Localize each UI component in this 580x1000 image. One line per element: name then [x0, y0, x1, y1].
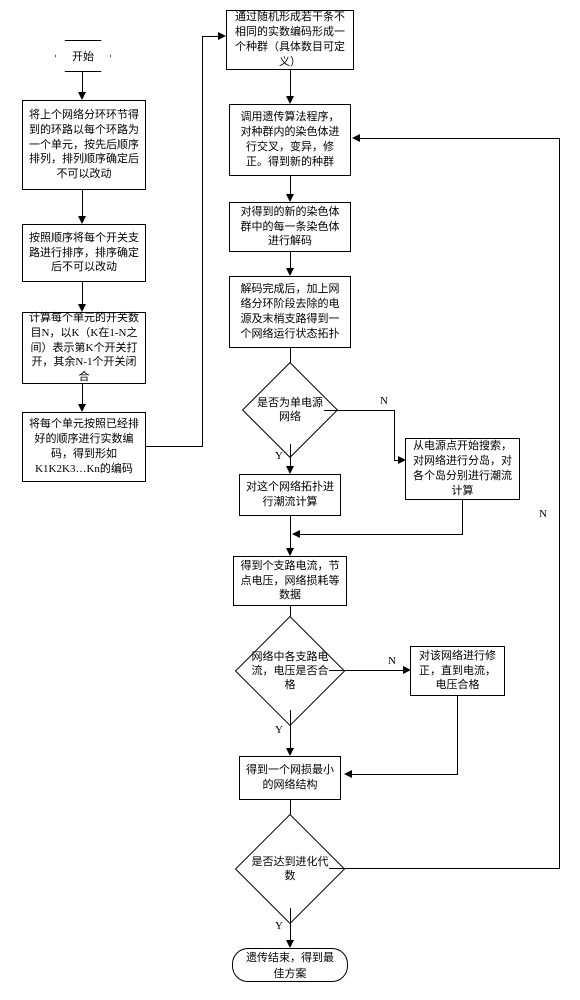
- connector: [559, 138, 560, 869]
- start-label: 开始: [72, 48, 94, 64]
- arrow-head: [286, 548, 294, 556]
- label-no: N: [539, 508, 547, 520]
- label-yes: Y: [275, 920, 283, 932]
- arrow: [290, 70, 291, 98]
- step-ga: 调用遗传算法程序，对种群内的染色体进行交叉，变异，修正。得到新的种群: [229, 104, 351, 176]
- arrow: [290, 444, 291, 468]
- decision-valid: 网络中各支路电流，电压是否合格: [251, 632, 329, 710]
- flow-single: 对这个网络拓扑进行潮流计算: [239, 474, 341, 516]
- min-loss: 得到一个网损最小的网络结构: [239, 756, 341, 800]
- top-population: 通过随机形成若干条不相同的实数编码形成一个种群（具体数目可定义）: [226, 10, 354, 70]
- flow-multi: 从电源点开始搜索，对网络进行分岛，对各个岛分别进行潮流计算: [405, 438, 520, 500]
- arrow-head: [352, 134, 360, 142]
- connector: [146, 446, 202, 447]
- left-step-4: 将每个单元按照已经排好的顺序进行实数编码，得到形如K1K2K3…Kn的编码: [22, 412, 146, 482]
- arrow: [290, 908, 291, 942]
- connector: [298, 534, 463, 535]
- left-step-2: 按照顺序将每个开关支路进行排序，排序确定后不可以改动: [22, 224, 146, 282]
- arrow: [394, 410, 395, 460]
- label-no: N: [380, 395, 388, 407]
- arrow-head: [344, 770, 352, 778]
- connector: [359, 138, 560, 139]
- decision-generations: 是否达到进化代数: [251, 830, 329, 908]
- decision-single-source: 是否为单电源网络: [256, 376, 324, 444]
- label-yes: Y: [275, 724, 283, 736]
- step-decode: 对得到的新的染色体群中的每一条染色体进行解码: [229, 202, 351, 252]
- connector: [457, 696, 458, 774]
- arrow-head: [78, 404, 86, 412]
- arrow: [82, 190, 83, 218]
- arrow-head: [286, 268, 294, 276]
- arrow: [290, 710, 291, 750]
- arrow: [324, 410, 394, 411]
- left-step-3: 计算每个单元的开关数目N，以K（K在1-N之间）表示第K个开关打开，其余N-1个…: [22, 312, 146, 384]
- fix-network: 对该网络进行修正，直到电流，电压合格: [410, 646, 505, 696]
- label-yes: Y: [275, 450, 283, 462]
- arrow: [82, 384, 83, 406]
- end-node: 遗传结束，得到最佳方案: [232, 948, 348, 982]
- arrow-head: [286, 466, 294, 474]
- arrow-head: [78, 216, 86, 224]
- arrow: [82, 282, 83, 306]
- connector: [202, 36, 203, 447]
- arrow-head: [292, 530, 300, 538]
- arrow: [82, 72, 83, 94]
- connector: [329, 868, 559, 869]
- arrow-head: [78, 92, 86, 100]
- label-no: N: [388, 655, 396, 667]
- arrow: [329, 670, 405, 671]
- arrow-head: [286, 96, 294, 104]
- connector: [462, 500, 463, 534]
- arrow-head: [286, 194, 294, 202]
- connector: [350, 774, 458, 775]
- arrow: [290, 176, 291, 196]
- arrow-head: [218, 32, 226, 40]
- step-topology: 解码完成后，加上网络分环阶段去除的电源及末梢支路得到一个网络运行状态拓扑: [229, 276, 351, 348]
- results: 得到个支路电流，节点电压，网络损耗等数据: [233, 556, 347, 606]
- arrow-head: [286, 748, 294, 756]
- left-step-1: 将上个网络分环环节得到的环路以每个环路为一个单元，按先后顺序排列，排列顺序确定后…: [22, 100, 146, 190]
- arrow: [290, 516, 291, 550]
- start-node: 开始: [55, 40, 111, 72]
- arrow-head: [286, 940, 294, 948]
